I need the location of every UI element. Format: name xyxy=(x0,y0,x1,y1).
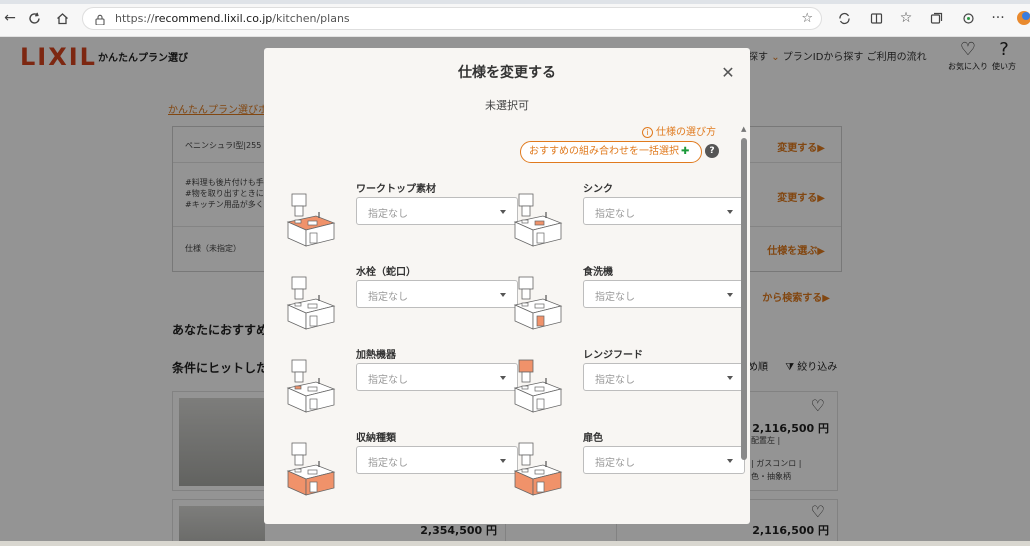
spec-select[interactable]: 指定なし xyxy=(356,197,518,225)
spec-select[interactable]: 指定なし xyxy=(583,446,745,474)
spec-select[interactable]: 指定なし xyxy=(583,197,745,225)
browser-toolbar: ← https://recommend.lixil.co.jp/kitchen/… xyxy=(0,0,1030,37)
modal-scrollbar-thumb[interactable] xyxy=(741,138,747,460)
spec-select[interactable]: 指定なし xyxy=(583,280,745,308)
spec-item-label: レンジフード xyxy=(583,350,643,361)
dropdown-caret-icon xyxy=(500,293,506,297)
spec-item-label: ワークトップ素材 xyxy=(356,184,436,195)
spec-select-value: 指定なし xyxy=(368,209,408,220)
kitchen-part-illustration-icon xyxy=(286,358,336,413)
kitchen-part-illustration-icon xyxy=(513,192,563,247)
dropdown-caret-icon xyxy=(500,376,506,380)
bottom-strip xyxy=(0,541,1030,546)
spec-item: ワークトップ素材 指定なし xyxy=(286,180,518,252)
collections-icon[interactable] xyxy=(926,8,946,28)
kitchen-part-illustration-icon xyxy=(286,275,336,330)
spec-select-value: 指定なし xyxy=(595,292,635,303)
page: LIXIL かんたんプラン選び 探す ⌄ プランIDから探す ご利用の流れ ♡ … xyxy=(0,37,1030,546)
url-text: https://recommend.lixil.co.jp/kitchen/pl… xyxy=(115,12,350,25)
recommend-bulk-label: おすすめの組み合わせを一括選択 xyxy=(529,146,679,157)
dropdown-caret-icon xyxy=(500,459,506,463)
back-icon[interactable]: ← xyxy=(0,8,20,28)
spec-item: 加熱機器 指定なし xyxy=(286,346,518,418)
spec-select-value: 指定なし xyxy=(368,458,408,469)
scroll-up-arrow[interactable]: ▲ xyxy=(741,125,746,133)
spec-select-value: 指定なし xyxy=(595,375,635,386)
spec-item: 水栓（蛇口） 指定なし xyxy=(286,263,518,335)
dropdown-caret-icon xyxy=(727,376,733,380)
modal-title: 仕様を変更する xyxy=(458,65,556,81)
kitchen-part-illustration-icon xyxy=(286,192,336,247)
spec-item-label: 加熱機器 xyxy=(356,350,396,361)
spec-select-value: 指定なし xyxy=(368,375,408,386)
spec-select[interactable]: 指定なし xyxy=(583,363,745,391)
close-icon[interactable]: ✕ xyxy=(720,65,736,81)
reload-icon[interactable] xyxy=(24,8,44,28)
spec-item: 扉色 指定なし xyxy=(513,429,745,501)
spec-item-label: 扉色 xyxy=(583,433,603,444)
spec-howto-label: 仕様の選び方 xyxy=(656,127,716,138)
spec-item: 食洗機 指定なし xyxy=(513,263,745,335)
dropdown-caret-icon xyxy=(500,210,506,214)
spec-howto-link[interactable]: i 仕様の選び方 xyxy=(642,123,716,138)
spec-item-label: 食洗機 xyxy=(583,267,613,278)
info-icon: i xyxy=(642,127,653,138)
kitchen-part-illustration-icon xyxy=(286,441,336,496)
kitchen-part-illustration-icon xyxy=(513,358,563,413)
more-menu-icon[interactable]: ··· xyxy=(988,8,1008,28)
recommend-bulk-select-button[interactable]: おすすめの組み合わせを一括選択 ✚ xyxy=(520,141,702,163)
plus-icon: ✚ xyxy=(681,146,690,157)
refresh-alt-icon[interactable] xyxy=(834,8,854,28)
tab-strip xyxy=(0,0,1030,4)
favorites-list-icon[interactable]: ☆ xyxy=(896,8,916,28)
kitchen-part-illustration-icon xyxy=(513,441,563,496)
spec-select[interactable]: 指定なし xyxy=(356,446,518,474)
modal-subtitle: 未選択可 xyxy=(485,99,529,112)
spec-item-label: シンク xyxy=(583,184,613,195)
kitchen-part-illustration-icon xyxy=(513,275,563,330)
dropdown-caret-icon xyxy=(727,210,733,214)
spec-item: シンク 指定なし xyxy=(513,180,745,252)
spec-item: レンジフード 指定なし xyxy=(513,346,745,418)
lock-icon[interactable] xyxy=(93,12,107,26)
spec-item-label: 収納種類 xyxy=(356,433,396,444)
dropdown-caret-icon xyxy=(727,459,733,463)
spec-select[interactable]: 指定なし xyxy=(356,280,518,308)
split-screen-icon[interactable] xyxy=(866,8,886,28)
extensions-icon[interactable] xyxy=(958,8,978,28)
home-icon[interactable] xyxy=(52,8,72,28)
copilot-icon[interactable] xyxy=(1014,8,1030,28)
spec-item-label: 水栓（蛇口） xyxy=(356,267,416,278)
dropdown-caret-icon xyxy=(727,293,733,297)
spec-select-value: 指定なし xyxy=(595,209,635,220)
spec-select-value: 指定なし xyxy=(368,292,408,303)
spec-change-modal: 仕様を変更する ✕ 未選択可 i 仕様の選び方 おすすめの組み合わせを一括選択 ✚ … xyxy=(264,48,750,524)
help-icon[interactable]: ? xyxy=(705,144,719,158)
spec-item: 収納種類 指定なし xyxy=(286,429,518,501)
address-bar[interactable]: https://recommend.lixil.co.jp/kitchen/pl… xyxy=(82,7,822,30)
spec-select-value: 指定なし xyxy=(595,458,635,469)
favorite-star-icon[interactable]: ☆ xyxy=(801,11,813,26)
spec-select[interactable]: 指定なし xyxy=(356,363,518,391)
